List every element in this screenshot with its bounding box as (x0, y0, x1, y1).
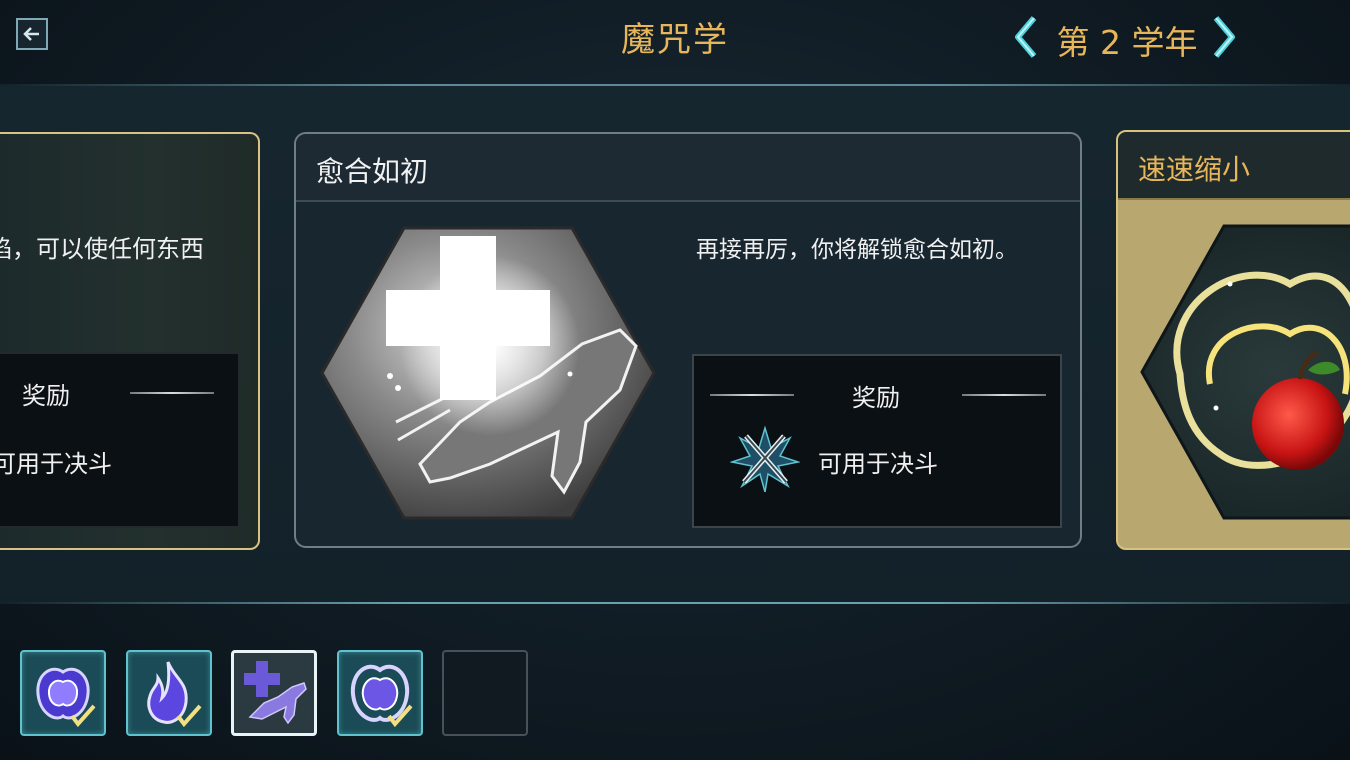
spell-slot-2[interactable] (126, 650, 212, 736)
spell-card-previous[interactable]: 焰，可以使任何东西 奖励 可用于决斗 (0, 132, 260, 550)
reward-title: 奖励 (852, 384, 900, 412)
healing-hand-icon (244, 661, 307, 725)
reward-text: 可用于决斗 (0, 450, 112, 478)
spell-card-next[interactable]: 速速缩小 (1116, 130, 1350, 550)
card-header: 速速缩小 (1118, 132, 1350, 200)
spell-slot-5[interactable] (442, 650, 528, 736)
top-bar: 魔咒学 第 2 学年 (0, 0, 1350, 84)
shrinking-apple-icon (350, 664, 413, 728)
reward-divider-left (710, 394, 794, 396)
bottom-divider (0, 602, 1350, 604)
reward-divider-right (962, 394, 1046, 396)
reward-title: 奖励 (22, 382, 70, 410)
reward-box: 奖励 可用于决斗 (692, 354, 1062, 528)
fire-spell-icon (147, 661, 202, 728)
year-label: 第 2 学年 (1056, 23, 1198, 62)
spell-slot-4[interactable] (337, 650, 423, 736)
card-header: 愈合如初 (296, 134, 1080, 202)
spell-title: 速速缩小 (1138, 153, 1251, 186)
reward-text: 可用于决斗 (818, 450, 938, 478)
apple-spell-icon (36, 667, 96, 728)
year-selector: 第 2 学年 (1012, 10, 1242, 64)
spell-card-current: 愈合如初 再接再厉，你将解锁愈合如初。 奖励 可用于决斗 (294, 132, 1082, 548)
healing-hand-icon (320, 226, 656, 520)
spell-slot-3[interactable] (231, 650, 317, 736)
spell-slot-1[interactable] (20, 650, 106, 736)
reward-divider (130, 392, 214, 394)
reward-box: 奖励 可用于决斗 (0, 352, 240, 528)
chevron-left-icon[interactable] (1012, 14, 1040, 60)
shrinking-apple-icon (1140, 224, 1350, 520)
chevron-right-icon[interactable] (1210, 14, 1238, 60)
spell-title: 愈合如初 (316, 155, 429, 188)
spell-description: 再接再厉，你将解锁愈合如初。 (696, 237, 1018, 263)
spell-description: 焰，可以使任何东西 (0, 235, 204, 263)
crossed-wands-icon (730, 426, 800, 492)
